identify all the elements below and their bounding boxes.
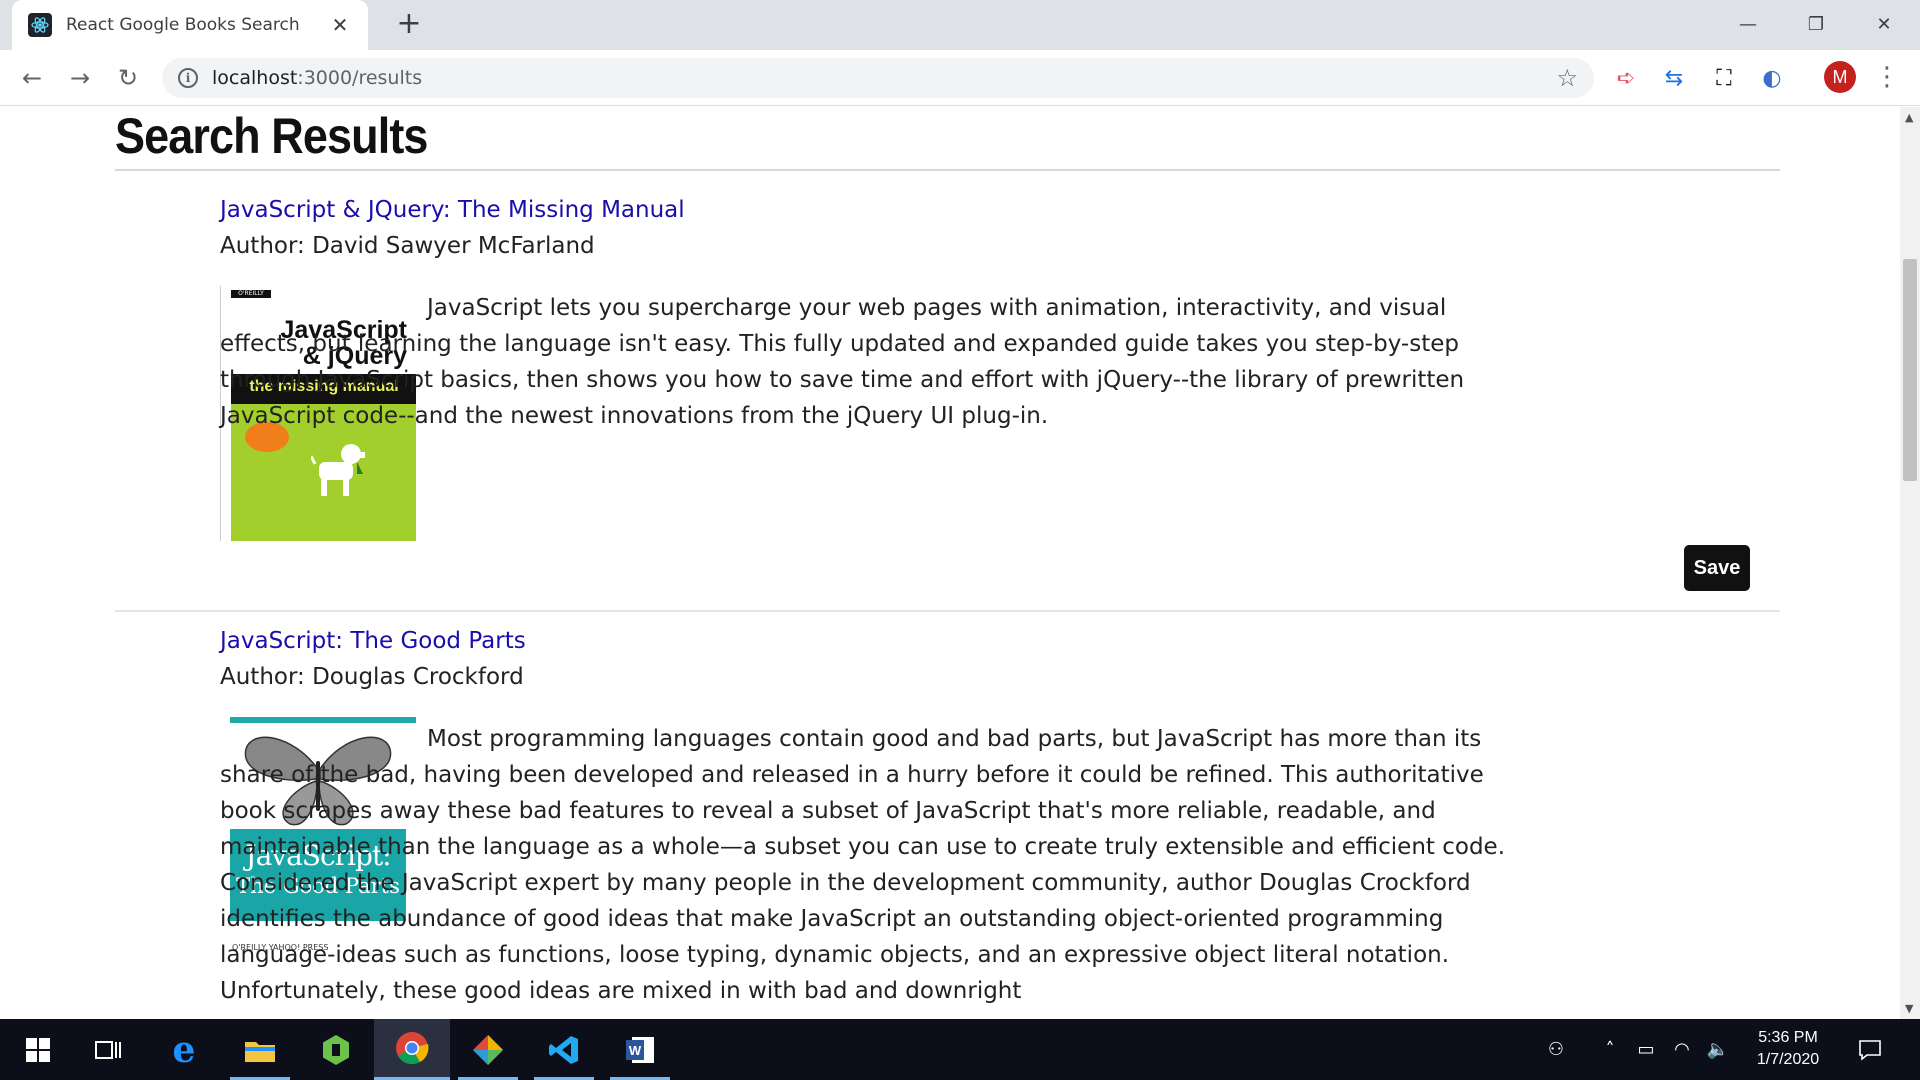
book-author: Author: Douglas Crockford (220, 664, 524, 690)
page-scrollbar[interactable]: ▲ ▼ (1900, 107, 1920, 1019)
clock-time: 5:36 PM (1758, 1029, 1818, 1046)
node-icon[interactable] (298, 1019, 374, 1080)
react-icon (28, 13, 52, 37)
windows-taskbar: e W ⚇ ˄ ▭ ◠ 🔈 5:36 PM 1/7/2020 (0, 1019, 1920, 1080)
title-divider (115, 169, 1780, 171)
url-host: localhost (212, 67, 298, 89)
battery-icon[interactable]: ▭ (1628, 1019, 1664, 1080)
site-info-icon[interactable]: i (178, 68, 198, 88)
screenshot-icon[interactable]: ⛶ (1710, 64, 1738, 92)
tab-strip: React Google Books Search ✕ + — ❐ ✕ (0, 0, 1920, 50)
svg-text:W: W (629, 1043, 642, 1058)
windows-start-icon[interactable] (0, 1019, 76, 1080)
task-view-icon[interactable] (70, 1019, 146, 1080)
close-tab-icon[interactable]: ✕ (328, 13, 352, 37)
page-title: Search Results (115, 108, 428, 164)
restore-icon[interactable]: ❐ (1788, 8, 1844, 42)
reload-icon[interactable]: ↻ (110, 60, 146, 96)
people-icon[interactable]: ⚇ (1536, 1019, 1576, 1080)
vscode-icon[interactable] (526, 1019, 602, 1080)
volume-icon[interactable]: 🔈 (1700, 1019, 1736, 1080)
book-title-link[interactable]: JavaScript: The Good Parts (220, 628, 526, 654)
book-description: JavaScript lets you supercharge your web… (220, 295, 1465, 429)
wifi-icon[interactable]: ◠ (1664, 1019, 1700, 1080)
word-icon[interactable]: W (602, 1019, 678, 1080)
scroll-thumb[interactable] (1903, 259, 1917, 481)
file-explorer-icon[interactable] (222, 1019, 298, 1080)
system-clock[interactable]: 5:36 PM 1/7/2020 (1740, 1027, 1836, 1071)
edge-icon[interactable]: e (146, 1019, 222, 1080)
save-button[interactable]: Save (1684, 545, 1750, 591)
sourcetree-icon[interactable] (450, 1019, 526, 1080)
book-card: JavaScript: The Good Parts Author: Dougl… (115, 603, 1780, 1019)
back-icon[interactable]: ← (14, 60, 50, 96)
tab-title: React Google Books Search (66, 15, 300, 35)
new-tab-button[interactable]: + (392, 8, 426, 42)
minimize-icon[interactable]: — (1720, 8, 1776, 42)
extension-arrows-icon[interactable]: ⇆ (1660, 64, 1688, 92)
show-hidden-icons-icon[interactable]: ˄ (1592, 1019, 1628, 1080)
extension-cast-icon[interactable]: ➪ (1612, 64, 1640, 92)
book-description: Most programming languages contain good … (220, 726, 1506, 1004)
book-author: Author: David Sawyer McFarland (220, 233, 595, 259)
address-bar[interactable]: i localhost:3000/results ☆ (162, 58, 1594, 98)
chrome-icon[interactable] (374, 1019, 450, 1080)
profile-avatar[interactable]: M (1824, 61, 1856, 93)
bookmark-star-icon[interactable]: ☆ (1556, 64, 1578, 92)
forward-icon[interactable]: → (62, 60, 98, 96)
extension-globe-icon[interactable]: ◐ (1758, 64, 1786, 92)
window-close-icon[interactable]: ✕ (1856, 8, 1912, 42)
clock-date: 1/7/2020 (1756, 1051, 1820, 1068)
book-title-link[interactable]: JavaScript & JQuery: The Missing Manual (220, 197, 685, 223)
tab-active[interactable]: React Google Books Search ✕ (12, 0, 368, 50)
book-card: JavaScript & JQuery: The Missing Manual … (115, 172, 1780, 612)
page-viewport: Search Results JavaScript & JQuery: The … (0, 107, 1900, 1019)
url-text: localhost:3000/results (212, 67, 1556, 89)
dog-illustration-icon (311, 444, 365, 496)
url-path: :3000/results (297, 67, 423, 89)
menu-kebab-icon[interactable]: ⋮ (1874, 60, 1900, 94)
action-center-icon[interactable] (1850, 1019, 1890, 1080)
scroll-down-icon[interactable]: ▼ (1905, 1002, 1913, 1015)
browser-toolbar: ← → ↻ i localhost:3000/results ☆ ➪ ⇆ ⛶ ◐ (0, 50, 1920, 106)
scroll-up-icon[interactable]: ▲ (1905, 111, 1913, 124)
